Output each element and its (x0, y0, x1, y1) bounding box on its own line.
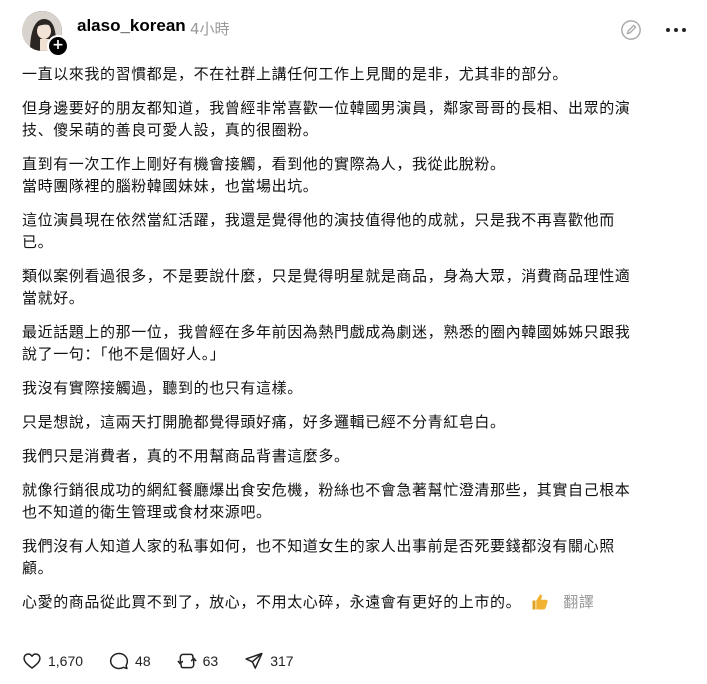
paragraph-line: 也不知道的衛生管理或食材來源吧。 (22, 503, 272, 521)
post-timestamp: 4小時 (190, 20, 230, 38)
edit-pencil-icon[interactable] (620, 19, 642, 41)
post-paragraph-last: 心愛的商品從此買不到了，放心，不用太心碎，永遠會有更好的上市的。 翻譯 (22, 591, 687, 613)
share-count: 317 (270, 653, 294, 669)
like-button[interactable]: 1,670 (22, 651, 83, 671)
post-paragraph: 一直以來我的習慣都是，不在社群上講任何工作上見聞的是非，尤其非的部分。 (22, 63, 687, 85)
share-send-icon (245, 652, 263, 669)
paragraph-line: 只是想說，這兩天打開脆都覺得頭好痛，好多邏輯已經不分青紅皂白。 (22, 413, 506, 431)
paragraph-line: 最近話題上的那一位，我曾經在多年前因為熱門戲成為劇迷，熟悉的圈內韓國姊姊只跟我 (22, 323, 631, 341)
follow-plus-badge[interactable]: + (47, 35, 69, 57)
repost-icon (177, 653, 197, 669)
post-paragraph: 只是想說，這兩天打開脆都覺得頭好痛，好多邏輯已經不分青紅皂白。 (22, 411, 687, 433)
more-dots-icon[interactable] (664, 22, 688, 38)
post-paragraph: 就像行銷很成功的網紅餐廳爆出食安危機，粉絲也不會急著幫忙澄清那些，其實自己根本 … (22, 479, 687, 523)
repost-button[interactable]: 63 (177, 651, 219, 671)
post-body: 一直以來我的習慣都是，不在社群上講任何工作上見聞的是非，尤其非的部分。 但身邊要… (22, 63, 687, 625)
like-count: 1,670 (48, 653, 84, 669)
paragraph-line: 一直以來我的習慣都是，不在社群上講任何工作上見聞的是非，尤其非的部分。 (22, 65, 569, 83)
paragraph-line: 技、傻呆萌的善良可愛人設，真的很圈粉。 (22, 121, 319, 139)
heart-icon (23, 653, 41, 669)
paragraph-line: 我沒有實際接觸過，聽到的也只有這樣。 (22, 379, 303, 397)
threads-post: + alaso_korean 4小時 一直以來我的習慣都是，不在社群上講任何工作… (0, 0, 707, 684)
share-button[interactable]: 317 (244, 651, 294, 671)
post-paragraph: 我們只是消費者，真的不用幫商品背書這麼多。 (22, 445, 687, 467)
paragraph-line: 已。 (22, 233, 54, 251)
paragraph-line: 類似案例看過很多，不是要說什麼，只是覺得明星就是商品，身為大眾，消費商品理性適 (22, 267, 631, 285)
comment-bubble-icon (109, 652, 129, 670)
avatar-container[interactable]: + (22, 11, 69, 57)
paragraph-line: 這位演員現在依然當紅活躍，我還是覺得他的演技值得他的成就，只是我不再喜歡他而 (22, 211, 615, 229)
paragraph-line: 但身邊要好的朋友都知道，我曾經非常喜歡一位韓國男演員，鄰家哥哥的長相、出眾的演 (22, 99, 631, 117)
action-bar: 1,670 48 63 317 (22, 651, 320, 671)
comment-button[interactable]: 48 (109, 651, 151, 671)
paragraph-line: 心愛的商品從此買不到了，放心，不用太心碎，永遠會有更好的上市的。 (22, 593, 522, 611)
post-paragraph: 我們沒有人知道人家的私事如何，也不知道女生的家人出事前是否死要錢都沒有關心照 顧… (22, 535, 687, 579)
paragraph-line: 就像行銷很成功的網紅餐廳爆出食安危機，粉絲也不會急著幫忙澄清那些，其實自己根本 (22, 481, 631, 499)
paragraph-line: 我們沒有人知道人家的私事如何，也不知道女生的家人出事前是否死要錢都沒有關心照 (22, 537, 615, 555)
translate-link[interactable]: 翻譯 (563, 591, 594, 613)
paragraph-line: 我們只是消費者，真的不用幫商品背書這麼多。 (22, 447, 350, 465)
post-paragraph: 類似案例看過很多，不是要說什麼，只是覺得明星就是商品，身為大眾，消費商品理性適 … (22, 265, 687, 309)
paragraph-line: 直到有一次工作上剛好有機會接觸，看到他的實際為人，我從此脫粉。 (22, 155, 506, 173)
comment-count: 48 (135, 653, 151, 669)
post-paragraph: 但身邊要好的朋友都知道，我曾經非常喜歡一位韓國男演員，鄰家哥哥的長相、出眾的演 … (22, 97, 687, 141)
post-paragraph: 最近話題上的那一位，我曾經在多年前因為熱門戲成為劇迷，熟悉的圈內韓國姊姊只跟我 … (22, 321, 687, 365)
paragraph-line: 當就好。 (22, 289, 85, 307)
username[interactable]: alaso_korean (77, 16, 186, 36)
thumbs-up-icon (532, 594, 548, 610)
repost-count: 63 (202, 653, 219, 669)
post-paragraph: 這位演員現在依然當紅活躍，我還是覺得他的演技值得他的成就，只是我不再喜歡他而 已… (22, 209, 687, 253)
post-paragraph: 直到有一次工作上剛好有機會接觸，看到他的實際為人，我從此脫粉。 當時團隊裡的腦粉… (22, 153, 687, 197)
post-paragraph: 我沒有實際接觸過，聽到的也只有這樣。 (22, 377, 687, 399)
paragraph-line: 說了一句：「他不是個好人。」 (22, 345, 226, 363)
paragraph-line: 顧。 (22, 559, 54, 577)
paragraph-line: 當時團隊裡的腦粉韓國妹妹，也當場出坑。 (22, 177, 319, 195)
